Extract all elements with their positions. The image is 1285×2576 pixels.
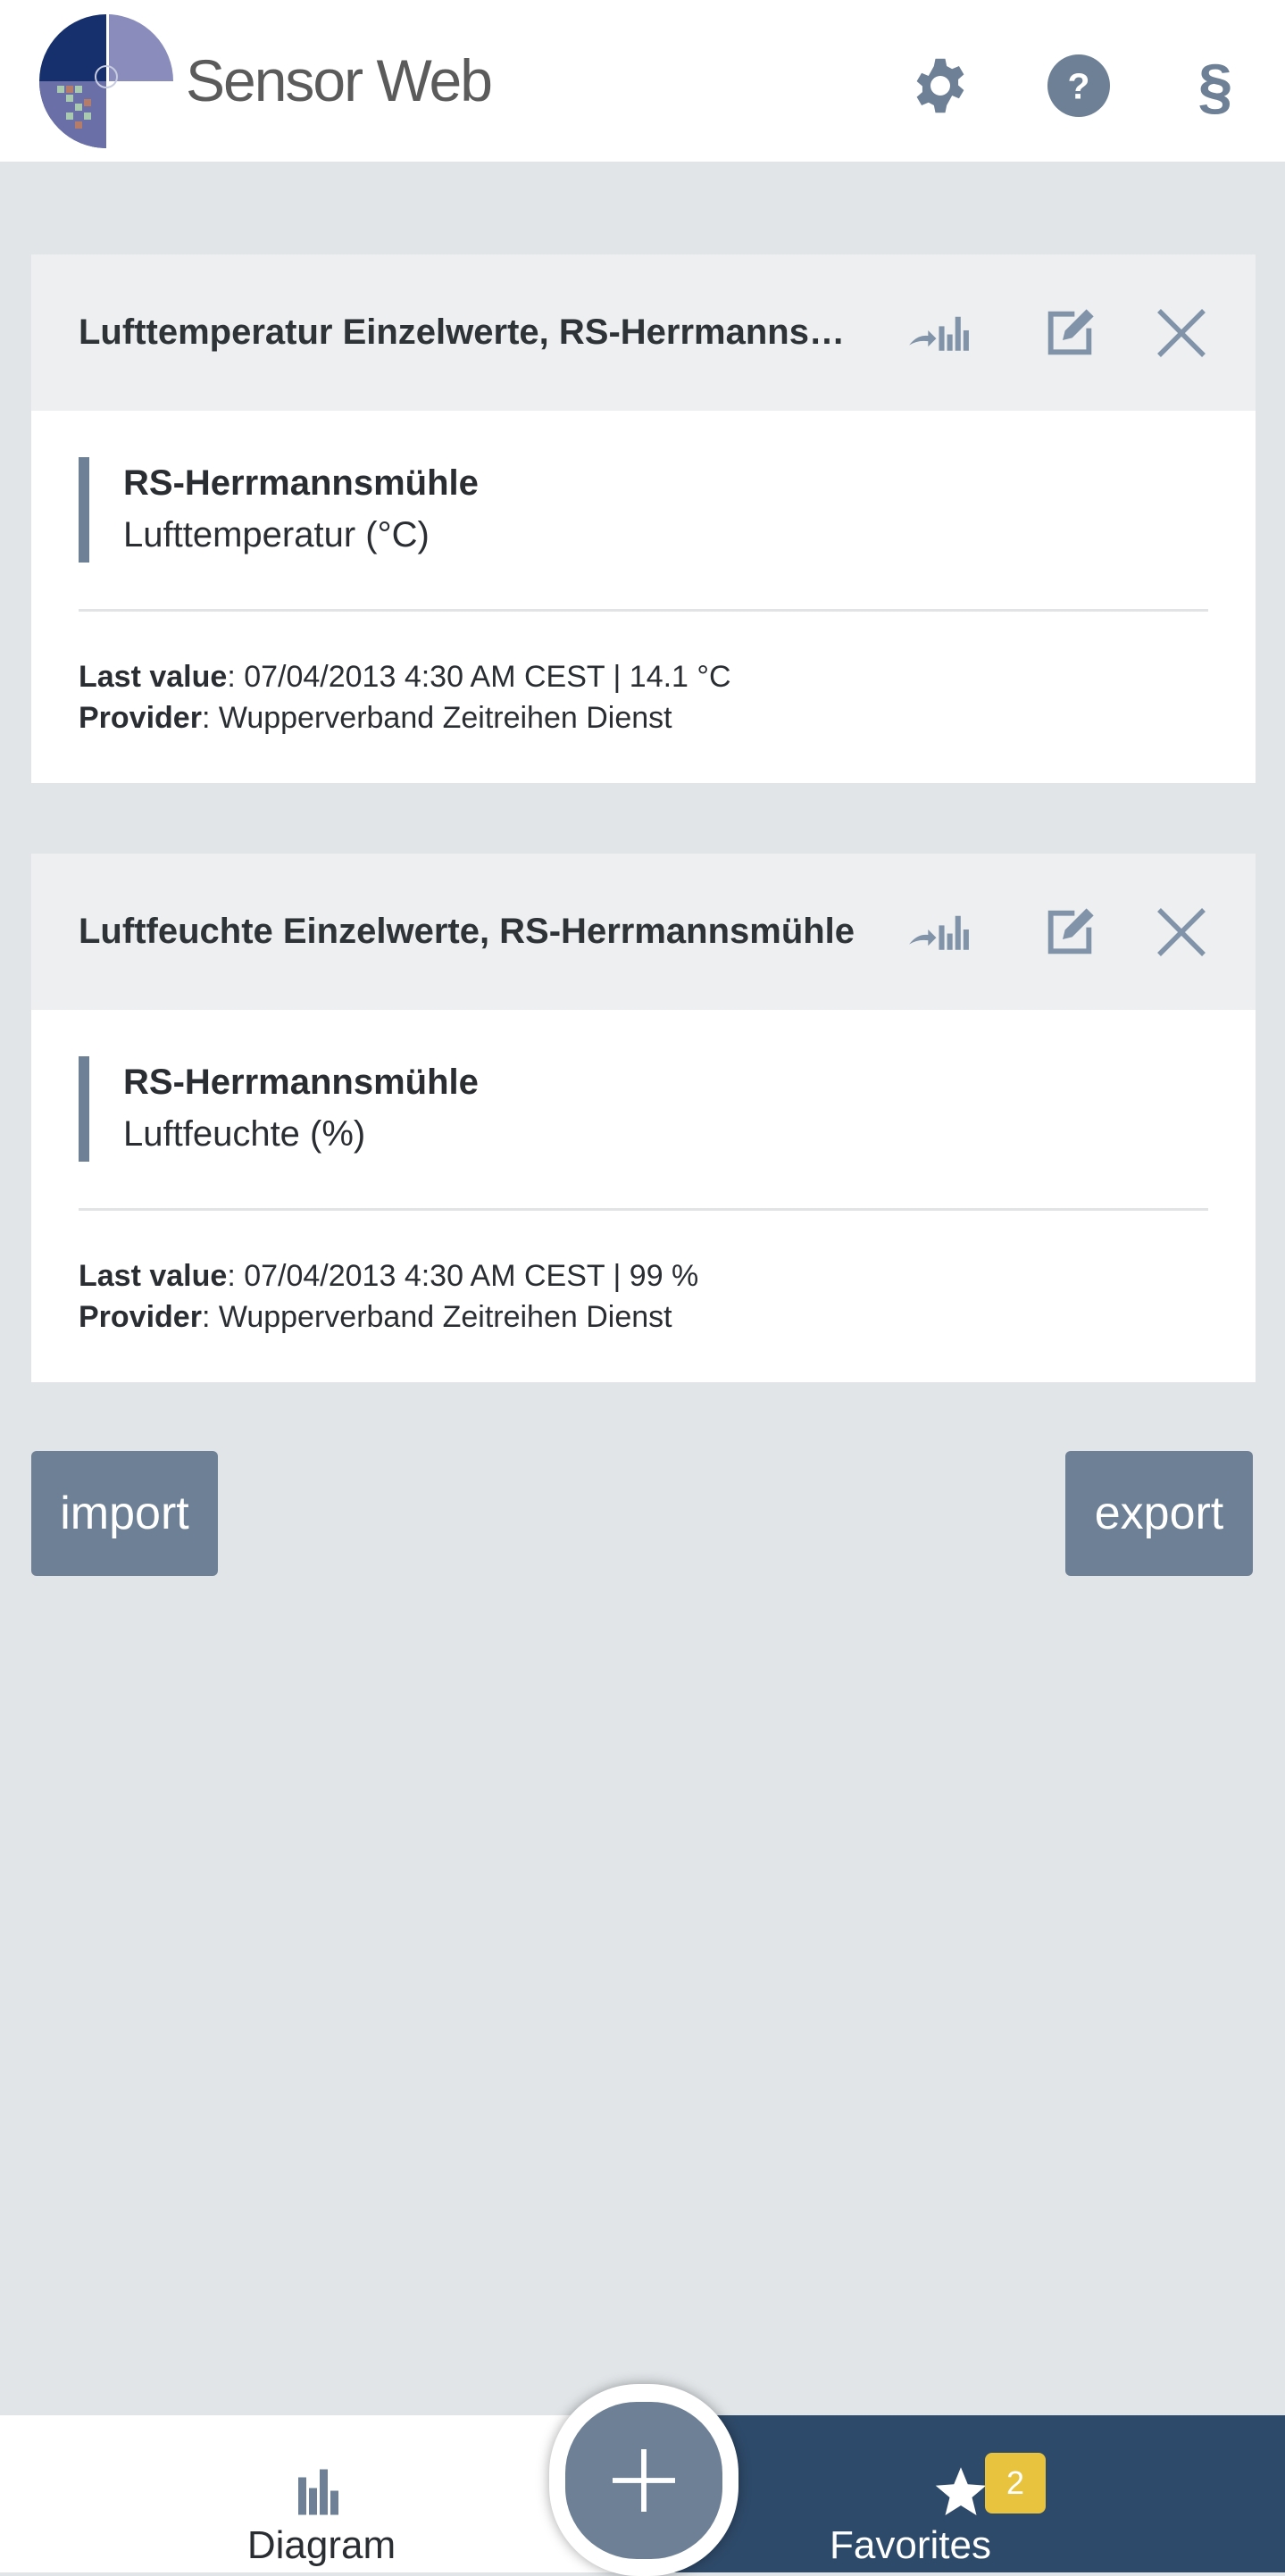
- settings-button[interactable]: [908, 54, 972, 118]
- star-icon: [935, 2467, 987, 2515]
- bar-chart-icon: [298, 2469, 338, 2515]
- tab-diagram-label: Diagram: [246, 2523, 396, 2567]
- divider: [79, 1208, 1208, 1211]
- export-button[interactable]: export: [1065, 1451, 1253, 1576]
- last-value: Last value: 07/04/2013 4:30 AM CEST | 14…: [79, 660, 731, 694]
- last-value: Last value: 07/04/2013 4:30 AM CEST | 99…: [79, 1259, 699, 1293]
- card-title: Luftfeuchte Einzelwerte, RS-Herrmannsmüh…: [79, 912, 855, 951]
- remove-button[interactable]: [1147, 898, 1215, 966]
- svg-text:?: ?: [1068, 66, 1090, 107]
- provider: Provider: Wupperverband Zeitreihen Diens…: [79, 1300, 672, 1334]
- divider: [79, 609, 1208, 612]
- diagram-arrow-icon: [909, 915, 969, 950]
- plus-icon: [613, 2448, 675, 2512]
- card-title: Lufttemperatur Einzelwerte, RS-Herrmanns…: [79, 313, 855, 352]
- add-timeseries-button[interactable]: [549, 2384, 738, 2576]
- favorites-count-badge: 2: [985, 2453, 1046, 2513]
- close-icon: [1157, 908, 1206, 956]
- remove-button[interactable]: [1147, 299, 1215, 367]
- station-block: RS-Herrmannsmühle Lufttemperatur (°C): [79, 457, 1208, 563]
- station-name: RS-Herrmannsmühle: [123, 1063, 479, 1102]
- gear-icon: [916, 58, 964, 113]
- diagram-arrow-icon: [909, 316, 969, 351]
- import-button[interactable]: import: [31, 1451, 218, 1576]
- legal-button[interactable]: §: [1183, 51, 1247, 121]
- tab-favorites[interactable]: 2 Favorites: [643, 2415, 1285, 2572]
- app-header: Sensor Web ? §: [0, 0, 1285, 162]
- edit-icon: [1047, 309, 1094, 355]
- phenomenon: Lufttemperatur (°C): [123, 515, 430, 554]
- station-block: RS-Herrmannsmühle Luftfeuchte (%): [79, 1056, 1208, 1162]
- tab-diagram[interactable]: Diagram: [0, 2415, 643, 2572]
- phenomenon: Luftfeuchte (%): [123, 1114, 366, 1154]
- edit-button[interactable]: [1036, 299, 1104, 367]
- show-diagram-button[interactable]: [906, 299, 974, 367]
- sensor-web-logo: [39, 14, 173, 148]
- timeseries-card: Lufttemperatur Einzelwerte, RS-Herrmanns…: [31, 254, 1256, 783]
- edit-button[interactable]: [1036, 898, 1104, 966]
- legal-section-icon: §: [1197, 51, 1233, 121]
- brand-name: Sensor Web: [186, 47, 493, 113]
- show-diagram-button[interactable]: [906, 898, 974, 966]
- help-button[interactable]: ?: [1047, 54, 1111, 118]
- edit-icon: [1047, 908, 1094, 955]
- station-name: RS-Herrmannsmühle: [123, 463, 479, 503]
- help-icon: ?: [1047, 54, 1110, 117]
- close-icon: [1157, 309, 1206, 357]
- provider: Provider: Wupperverband Zeitreihen Diens…: [79, 701, 672, 735]
- timeseries-card: Luftfeuchte Einzelwerte, RS-Herrmannsmüh…: [31, 854, 1256, 1382]
